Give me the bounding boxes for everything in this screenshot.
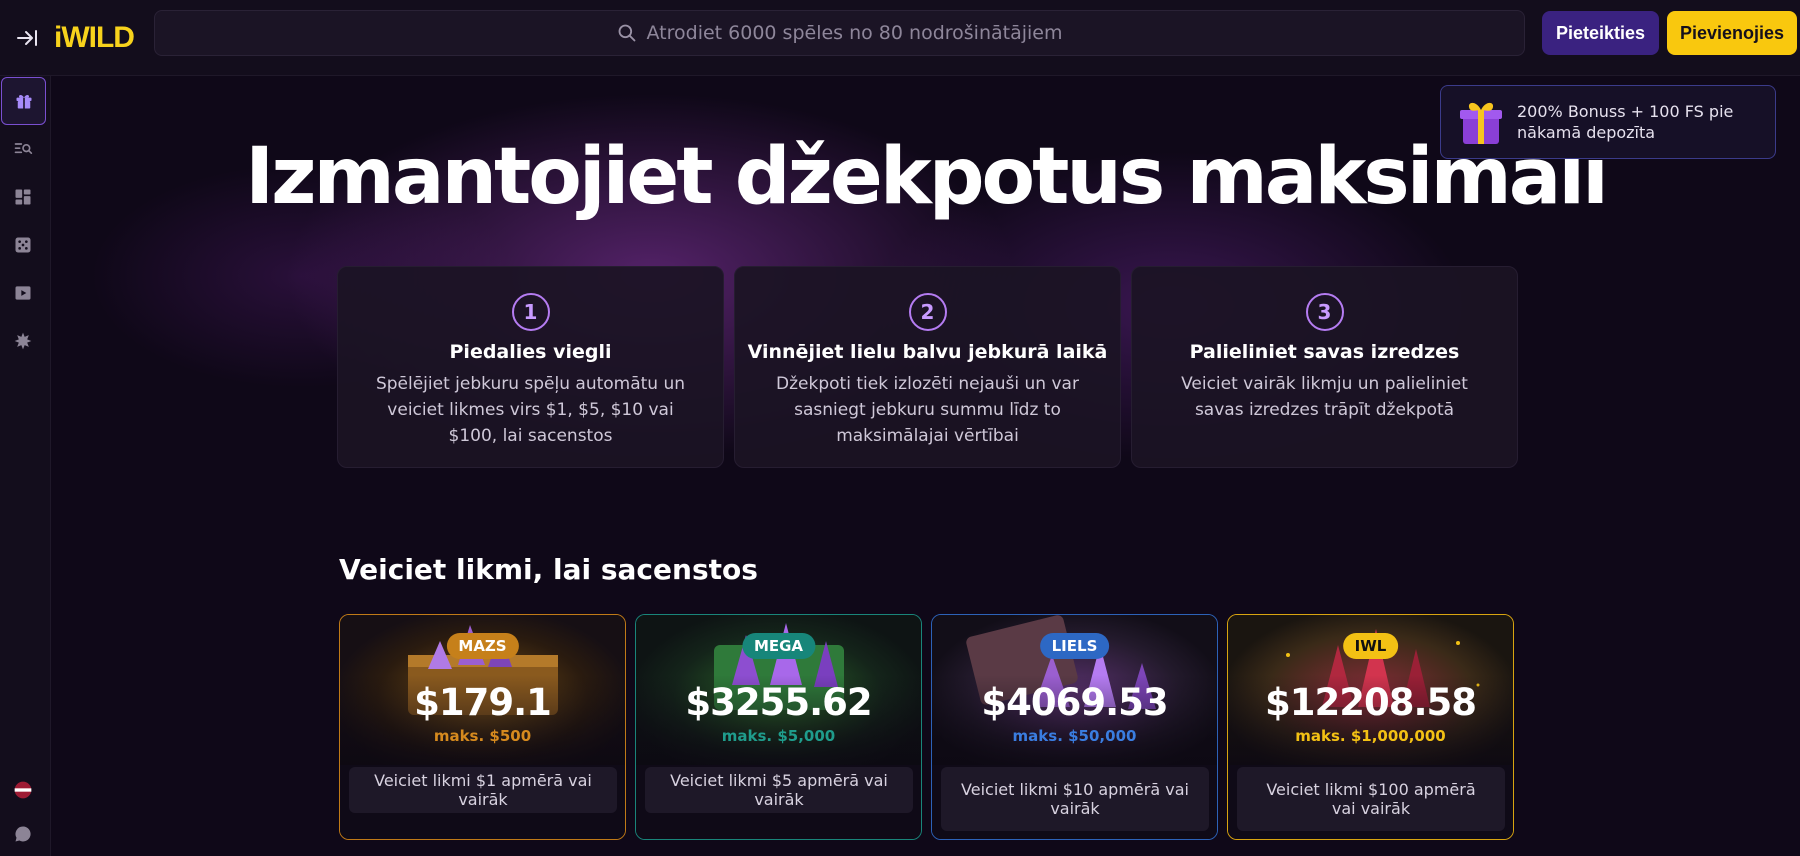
language-selector[interactable] bbox=[0, 766, 46, 814]
sidebar-item-special[interactable] bbox=[0, 317, 46, 365]
logo[interactable]: iWILD bbox=[54, 21, 146, 55]
latvia-flag-icon bbox=[14, 781, 32, 799]
bet-requirement-button[interactable]: Veiciet likmi $1 apmērā vai vairāk bbox=[349, 767, 617, 813]
jackpot-card-iwl[interactable]: IWL $12208.58 maks. $1,000,000 Veiciet l… bbox=[1227, 614, 1514, 840]
dashboard-icon bbox=[15, 189, 31, 205]
jackpot-amount: $3255.62 bbox=[685, 681, 872, 724]
burst-icon bbox=[14, 332, 32, 350]
jackpot-card-mega[interactable]: MEGA $3255.62 maks. $5,000 Veiciet likmi… bbox=[635, 614, 922, 840]
chat-icon bbox=[15, 826, 31, 842]
step-title: Palieliniet savas izredzes bbox=[1189, 341, 1460, 363]
sidebar-item-dashboard[interactable] bbox=[0, 173, 46, 221]
search-list-icon bbox=[14, 143, 33, 154]
jackpot-cards: MAZS $179.1 maks. $500 Veiciet likmi $1 … bbox=[339, 614, 1514, 840]
step-number: 3 bbox=[1305, 293, 1344, 331]
play-icon bbox=[15, 286, 31, 300]
top-bar: iWILD Atrodiet 6000 spēles no 80 nodroši… bbox=[0, 0, 1800, 76]
step-text: Spēlējiet jebkuru spēļu automātu un veic… bbox=[375, 374, 686, 446]
search-icon bbox=[618, 24, 635, 42]
join-button[interactable]: Pievienojies bbox=[1667, 11, 1797, 55]
jackpot-amount: $12208.58 bbox=[1264, 681, 1477, 724]
tier-badge: LIELS bbox=[1039, 633, 1110, 659]
jackpot-amount: $4069.53 bbox=[981, 681, 1168, 724]
step-number: 1 bbox=[511, 293, 550, 331]
jackpot-max: maks. $50,000 bbox=[1012, 727, 1137, 745]
bet-requirement-button[interactable]: Veiciet likmi $100 apmērā vai vairāk bbox=[1237, 767, 1505, 831]
jackpot-max: maks. $5,000 bbox=[721, 727, 836, 745]
bet-requirement-button[interactable]: Veiciet likmi $10 apmērā vai vairāk bbox=[941, 767, 1209, 831]
jackpot-card-liels[interactable]: LIELS $4069.53 maks. $50,000 Veiciet lik… bbox=[931, 614, 1218, 840]
step-card: 3 Palieliniet savas izredzes Veiciet vai… bbox=[1131, 266, 1518, 468]
chat-button[interactable] bbox=[0, 810, 46, 856]
promo-text: 200% Bonuss + 100 FS pie nākamā depozīta bbox=[1517, 102, 1734, 142]
search-placeholder: Atrodiet 6000 spēles no 80 nodrošinātāji… bbox=[646, 22, 1063, 44]
bet-requirement-button[interactable]: Veiciet likmi $5 apmērā vai vairāk bbox=[645, 767, 913, 813]
gift-icon bbox=[16, 94, 31, 109]
search-input[interactable]: Atrodiet 6000 spēles no 80 nodrošinātāji… bbox=[154, 10, 1525, 56]
step-title: Vinnējiet lielu balvu jebkurā laikā bbox=[747, 341, 1108, 363]
dice-icon bbox=[15, 237, 31, 253]
sidebar-expand-icon[interactable] bbox=[4, 0, 50, 76]
gift-box-icon bbox=[1460, 102, 1502, 144]
login-button[interactable]: Pieteikties bbox=[1542, 11, 1659, 55]
step-text: Džekpoti tiek izlozēti nejauši un var sa… bbox=[776, 374, 1079, 446]
tier-badge: MEGA bbox=[741, 633, 816, 659]
tier-badge: MAZS bbox=[446, 633, 519, 659]
sidebar bbox=[0, 76, 51, 856]
jackpot-max: maks. $1,000,000 bbox=[1295, 727, 1446, 745]
sidebar-item-live[interactable] bbox=[0, 269, 46, 317]
sidebar-item-table-games[interactable] bbox=[0, 221, 46, 269]
step-text: Veiciet vairāk likmju un palieliniet sav… bbox=[1181, 374, 1468, 420]
jackpot-max: maks. $500 bbox=[433, 727, 532, 745]
jackpot-card-mazs[interactable]: MAZS $179.1 maks. $500 Veiciet likmi $1 … bbox=[339, 614, 626, 840]
sidebar-item-search[interactable] bbox=[0, 125, 46, 173]
step-title: Piedalies viegli bbox=[449, 341, 612, 363]
steps: 1 Piedalies viegli Spēlējiet jebkuru spē… bbox=[337, 266, 1518, 468]
section-title: Veiciet likmi, lai sacenstos bbox=[339, 553, 758, 586]
step-number: 2 bbox=[908, 293, 947, 331]
bonus-promo[interactable]: 200% Bonuss + 100 FS pie nākamā depozīta bbox=[1440, 85, 1776, 159]
step-card: 2 Vinnējiet lielu balvu jebkurā laikā Dž… bbox=[734, 266, 1121, 468]
step-card: 1 Piedalies viegli Spēlējiet jebkuru spē… bbox=[337, 266, 724, 468]
tier-badge: IWL bbox=[1342, 633, 1399, 659]
jackpot-amount: $179.1 bbox=[414, 681, 552, 724]
sidebar-item-gift[interactable] bbox=[1, 77, 46, 125]
